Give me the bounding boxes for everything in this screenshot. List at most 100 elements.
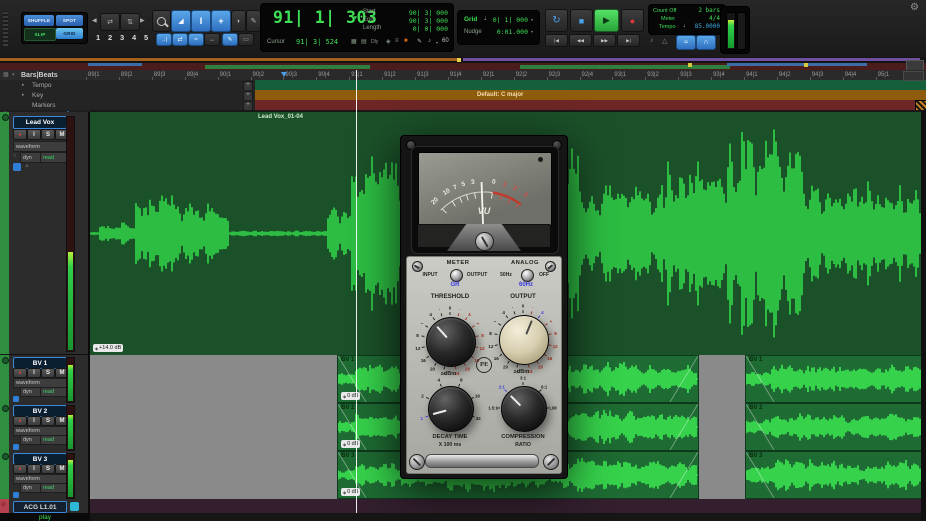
trim-tool-button[interactable]: ◢ <box>171 10 191 32</box>
zoom-preset-1[interactable]: 1 <box>96 33 100 42</box>
bv3-clip-b[interactable]: BV 3 <box>745 451 926 499</box>
grabber-tool-button[interactable]: + <box>211 10 231 32</box>
record-button[interactable]: ● <box>621 9 644 32</box>
threshold-knob[interactable] <box>426 317 476 367</box>
lead-vox-playlist-icon[interactable] <box>13 163 21 171</box>
edit-mode-shuffle[interactable]: SHUFFLE <box>24 15 54 26</box>
return-to-zero-button[interactable]: |◀ <box>545 34 568 47</box>
note-dropdown-icon[interactable]: ▾ <box>436 40 438 45</box>
status-list-icon[interactable]: ≡ <box>395 38 399 44</box>
decay-time-knob[interactable] <box>428 386 474 432</box>
output-knob[interactable] <box>499 315 549 365</box>
playhead-line[interactable] <box>356 70 357 513</box>
bars-dropdown-icon[interactable]: ▾ <box>12 72 15 78</box>
acg-name[interactable]: ACG L1.01 <box>13 501 67 513</box>
bv1-freeze-icon[interactable] <box>2 357 9 364</box>
bv1-record-button[interactable]: ● <box>13 368 27 378</box>
link-track-selection-button[interactable]: ↔ <box>204 33 220 46</box>
grid-dropdown-icon[interactable]: ▾ <box>531 17 533 22</box>
key-expand-icon[interactable]: ▸ <box>22 92 25 98</box>
play-button[interactable]: ▶ <box>594 9 619 32</box>
bars-menu-icon[interactable]: ▦ <box>3 71 9 78</box>
bv3-record-button[interactable]: ● <box>13 464 27 474</box>
lead-vox-name[interactable]: Lead Vox <box>13 116 67 129</box>
loop-playback-button[interactable]: ↻ <box>545 9 568 32</box>
bv1-input-button[interactable]: I <box>27 368 41 378</box>
zoomer-tool-button[interactable] <box>152 10 171 32</box>
selector-tool-button[interactable]: I <box>191 10 211 32</box>
nudge-dropdown-icon[interactable]: ▾ <box>531 29 533 34</box>
bv2-clip-gain-badge[interactable]: ◆0 dB <box>341 440 360 448</box>
bv2-solo-button[interactable]: S <box>41 416 55 426</box>
acg-record-safe-icon[interactable]: ⊘ <box>1 501 6 508</box>
tempo-label[interactable]: Tempo <box>659 24 676 30</box>
tempo-expand-icon[interactable]: ▸ <box>22 82 25 88</box>
tab-to-transient-button[interactable]: →| <box>156 33 172 46</box>
toolbar-grip[interactable] <box>3 11 8 46</box>
end-value[interactable]: 90| 3| 000 <box>388 17 448 25</box>
bv1-solo-button[interactable]: S <box>41 368 55 378</box>
edit-mode-spot[interactable]: SPOT <box>56 15 83 26</box>
zoom-left-arrow-icon[interactable]: ◀ <box>92 17 97 24</box>
bv2-input-button[interactable]: I <box>27 416 41 426</box>
meter-label[interactable]: Meter <box>661 16 675 22</box>
pencil-tool-button[interactable]: ✎ <box>246 10 261 32</box>
start-value[interactable]: 90| 3| 000 <box>388 9 448 17</box>
ruler-corner-box[interactable] <box>903 71 924 81</box>
bv3-solo-button[interactable]: S <box>41 464 55 474</box>
zoom-preset-5[interactable]: 5 <box>144 33 148 42</box>
bv3-clip-gain-badge[interactable]: ◆0 dB <box>341 488 360 496</box>
mirrored-editing-button[interactable]: ⇄ <box>172 33 188 46</box>
metronome-icon[interactable]: △ <box>662 37 667 45</box>
scrubber-tool-button[interactable]: ◗ <box>231 10 246 32</box>
lead-vox-clip-gain-badge[interactable]: ◆+14.0 dB <box>93 344 123 352</box>
layered-edit-status-icon[interactable]: ▤ <box>361 38 367 45</box>
zoom-preset-4[interactable]: 4 <box>132 33 136 42</box>
bv3-freeze-icon[interactable] <box>2 453 9 460</box>
overview-scroll-box[interactable] <box>906 60 924 71</box>
go-to-end-button[interactable]: ▶| <box>617 34 640 47</box>
bv2-record-button[interactable]: ● <box>13 416 27 426</box>
toolbar-gear-icon[interactable]: ⚙ <box>910 2 919 13</box>
compression-ratio-knob[interactable] <box>501 386 547 432</box>
stop-button[interactable]: ■ <box>570 9 593 32</box>
edit-mode-grid[interactable]: GRID <box>56 28 83 39</box>
acg-lane[interactable] <box>90 499 926 514</box>
tce-status-icon[interactable]: ▦ <box>351 38 357 45</box>
zoom-vertical-button[interactable]: ⇅ <box>120 13 140 31</box>
insertion-follows-button[interactable]: ✎ <box>222 33 238 46</box>
zoom-preset-2[interactable]: 2 <box>108 33 112 42</box>
delay-status-label[interactable]: Dly <box>371 39 378 45</box>
nudge-value[interactable]: 0:01.000 <box>488 28 528 36</box>
lead-vox-input-button[interactable]: I <box>27 129 41 140</box>
zoom-right-arrow-icon[interactable]: ▶ <box>140 17 145 24</box>
lead-vox-solo-button[interactable]: S <box>41 129 55 140</box>
note-velocity-value[interactable]: 60 <box>442 38 449 44</box>
edit-insertion-marker[interactable] <box>281 72 287 77</box>
zoom-preset-3[interactable]: 3 <box>120 33 124 42</box>
edit-mode-slip[interactable]: SLIP <box>24 28 56 41</box>
acg-option-icon[interactable] <box>70 502 79 511</box>
bv2-playlist-icon[interactable] <box>13 444 19 450</box>
main-counter[interactable]: 91| 1| 303 <box>273 8 377 27</box>
counter-dropdown-icon[interactable]: ▼ <box>354 15 357 21</box>
meter-value[interactable]: 4/4 <box>685 15 720 22</box>
timeline-overview[interactable] <box>0 57 926 70</box>
zoom-horizontal-button[interactable]: ⇄ <box>100 13 120 31</box>
bv1-clip-gain-badge[interactable]: ◆0 dB <box>341 392 360 400</box>
right-edge-column[interactable] <box>921 110 926 521</box>
status-diamond-icon[interactable]: ◈ <box>386 38 391 45</box>
bv2-clip-b[interactable]: BV 2 <box>745 403 926 451</box>
click-button[interactable]: ∩ <box>696 35 716 50</box>
count-off-label[interactable]: Count Off <box>653 8 676 14</box>
lead-vox-auto-dot-icon[interactable]: ○ <box>13 153 16 159</box>
link-timeline-button[interactable]: ≈ <box>188 33 204 46</box>
bv2-freeze-icon[interactable] <box>2 405 9 412</box>
pencil-mode-icon[interactable]: ✎ <box>417 38 422 45</box>
rewind-button[interactable]: ◀◀ <box>569 34 592 47</box>
lead-vox-freeze-icon[interactable] <box>2 114 9 121</box>
count-off-value[interactable]: 2 bars <box>685 7 720 14</box>
compressor-plugin-window[interactable]: 20107530123VU METER ANALOG INPUT OUTPUT … <box>400 135 568 479</box>
bv1-clip-b[interactable]: BV 1 <box>745 355 926 403</box>
grid-value[interactable]: 0| 1| 000 <box>488 16 528 24</box>
